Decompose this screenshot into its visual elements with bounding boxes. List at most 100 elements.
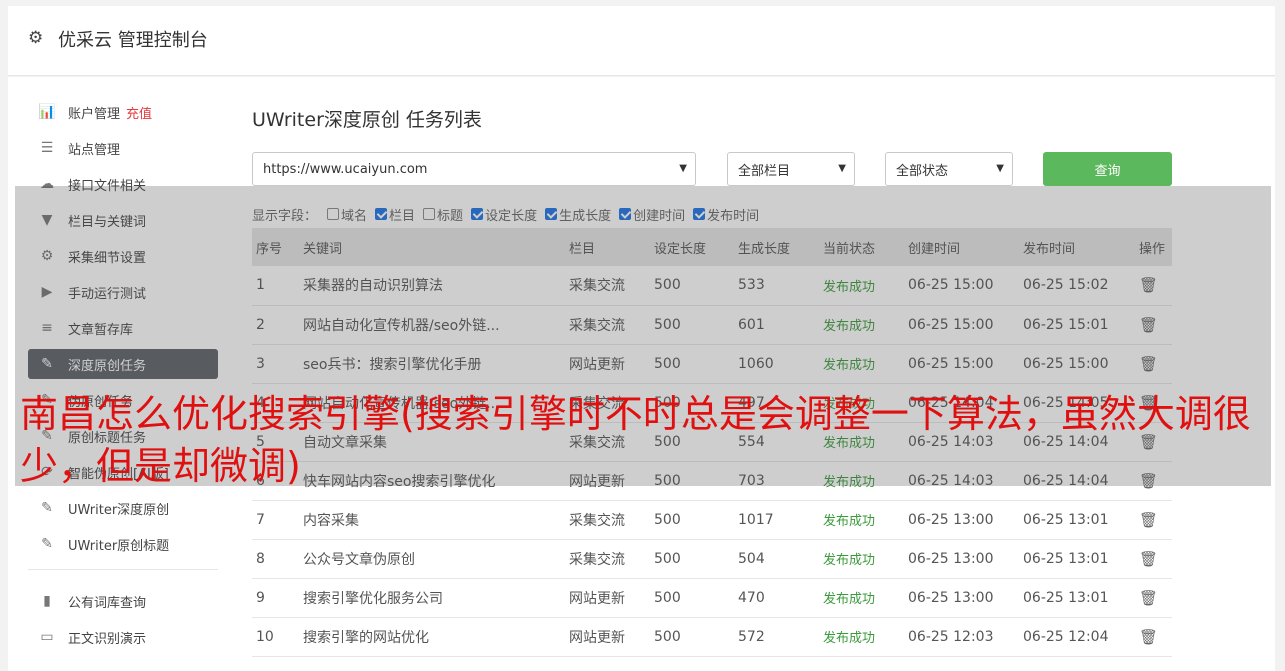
field-checkbox-label: 设定长度 [485, 208, 538, 224]
recharge-link[interactable]: 充值 [126, 103, 152, 122]
action-cell: 🗑 [1135, 461, 1172, 501]
table-cell: 500 [650, 266, 734, 306]
site-select[interactable]: https://www.ucaiyun.com ▼ [252, 152, 696, 186]
field-checkbox[interactable]: 创建时间 [619, 205, 685, 224]
task-table: 序号 关键词 栏目 设定长度 生成长度 当前状态 创建时间 发布时间 操作 1 采集器的自动识别算… [252, 228, 1172, 657]
field-checkbox-label: 标题 [437, 208, 464, 224]
field-checkbox[interactable]: 生成长度 [545, 205, 611, 224]
sidebar-item[interactable]: ▼ 栏目与关键词 [28, 205, 218, 235]
table-row: 6 快车网站内容seo搜索引擎优化 网站更新 500 703 发布成功 06-25 14:0… [252, 461, 1172, 501]
field-checkbox[interactable]: 发布时间 [693, 205, 759, 224]
table-cell: 06-25 14:03 [904, 461, 1019, 501]
sidebar-item[interactable]: ✎ 原创标题任务 [28, 421, 218, 451]
action-cell: 🗑 [1135, 305, 1172, 345]
table-cell: 554 [734, 422, 819, 462]
table-cell: 采集交流 [565, 266, 650, 306]
checkbox-box[interactable] [545, 208, 558, 220]
checkbox-box[interactable] [327, 208, 340, 220]
column-header: 生成长度 [734, 228, 819, 266]
table-cell: 搜索引擎优化服务公司 [299, 578, 565, 618]
field-checkbox[interactable]: 域名 [327, 205, 367, 224]
field-checkbox-label: 发布时间 [707, 208, 760, 224]
sidebar-item[interactable]: ✎ UWriter原创标题 [28, 529, 218, 559]
column-header: 栏目 [565, 228, 650, 266]
table-cell: 06-25 15:01 [1019, 305, 1135, 345]
edit-icon: ✎ [41, 356, 53, 372]
sidebar-item-label: 文章暂存库 [68, 322, 134, 338]
checkbox-box[interactable] [693, 208, 706, 220]
table-cell: 500 [650, 344, 734, 384]
chevron-down-icon: ▼ [679, 163, 687, 174]
query-button[interactable]: 查询 [1043, 152, 1172, 186]
content-panel: 📊 账户管理 充值 ☰ 站点管理 ☁ 接口文件相关 ▼ 栏目与关键词 ⚙ 采集细节设置 ▶ 手动运行测试… [8, 77, 1275, 671]
trash-icon[interactable]: 🗑 [1139, 628, 1158, 646]
app-title: 优采云 管理控制台 [58, 30, 208, 51]
sidebar-item[interactable]: 📊 账户管理 充值 [28, 97, 218, 127]
table-cell: seo兵书：搜索引擎优化手册 [299, 344, 565, 384]
column-select[interactable]: 全部栏目 ▼ [727, 152, 855, 186]
sidebar-item-label: 接口文件相关 [68, 178, 147, 194]
table-cell: 9 [252, 578, 299, 618]
table-cell: 497 [734, 383, 819, 423]
filter-icon: ▼ [41, 212, 53, 228]
table-cell: 500 [650, 305, 734, 345]
edit-icon: ✎ [41, 392, 53, 408]
table-cell: 发布成功 [819, 344, 904, 384]
sidebar-item[interactable]: ▮ 公有词库查询 [28, 586, 218, 616]
checkbox-box[interactable] [619, 208, 632, 220]
field-checkbox[interactable]: 标题 [423, 205, 463, 224]
action-cell: 🗑 [1135, 344, 1172, 384]
sidebar-item-label: 站点管理 [68, 142, 121, 158]
play-circle-icon: ▶ [41, 284, 53, 300]
action-cell: 🗑 [1135, 500, 1172, 540]
table-cell: 发布成功 [819, 305, 904, 345]
filter-bar: https://www.ucaiyun.com ▼ 全部栏目 ▼ 全部状态 ▼ … [252, 152, 1172, 186]
trash-icon[interactable]: 🗑 [1139, 511, 1158, 529]
trash-icon[interactable]: 🗑 [1139, 276, 1158, 294]
sidebar-item-label: 栏目与关键词 [68, 214, 147, 230]
table-cell: 发布成功 [819, 578, 904, 618]
checkbox-box[interactable] [375, 208, 388, 220]
table-cell: 500 [650, 422, 734, 462]
sidebar-item[interactable]: ⟳ 智能伪原创[AI版] [28, 457, 218, 487]
table-row: 7 内容采集 采集交流 500 1017 发布成功 06-25 13:00 06-25 13:… [252, 500, 1172, 540]
edit-icon: ✎ [41, 536, 53, 552]
sidebar-item[interactable]: ⚙ 采集细节设置 [28, 241, 218, 271]
column-header: 关键词 [299, 228, 565, 266]
status-select[interactable]: 全部状态 ▼ [885, 152, 1013, 186]
trash-icon[interactable]: 🗑 [1139, 394, 1158, 412]
table-cell: 06-25 14:04 [1019, 461, 1135, 501]
field-checkbox-label: 生成长度 [559, 208, 612, 224]
cogs-icon: ⚙ [40, 248, 54, 264]
checkbox-box[interactable] [471, 208, 484, 220]
sidebar-item[interactable]: ✎ 深度原创任务 [28, 349, 218, 379]
table-cell: 采集交流 [565, 383, 650, 423]
field-checkbox[interactable]: 栏目 [375, 205, 415, 224]
checkbox-box[interactable] [423, 208, 436, 220]
column-header: 发布时间 [1019, 228, 1135, 266]
table-cell: 5 [252, 422, 299, 462]
trash-icon[interactable]: 🗑 [1139, 316, 1158, 334]
table-cell: 内容采集 [299, 500, 565, 540]
sidebar-item[interactable]: ✎ 伪原创任务 [28, 385, 218, 415]
sidebar-item[interactable]: ≡ 文章暂存库 [28, 313, 218, 343]
table-cell: 3 [252, 344, 299, 384]
edit-icon: ✎ [41, 500, 53, 516]
trash-icon[interactable]: 🗑 [1139, 355, 1158, 373]
trash-icon[interactable]: 🗑 [1139, 589, 1158, 607]
field-checkbox[interactable]: 设定长度 [471, 205, 537, 224]
sidebar-item[interactable]: ☰ 站点管理 [28, 133, 218, 163]
sidebar-item[interactable]: ☁ 接口文件相关 [28, 169, 218, 199]
table-cell: 06-25 13:00 [904, 500, 1019, 540]
sidebar-item[interactable]: ▭ 正文识别演示 [28, 622, 218, 652]
trash-icon[interactable]: 🗑 [1139, 550, 1158, 568]
sidebar-item[interactable]: ✎ UWriter深度原创 [28, 493, 218, 523]
table-cell: 采集交流 [565, 422, 650, 462]
column-header: 创建时间 [904, 228, 1019, 266]
action-cell: 🗑 [1135, 422, 1172, 462]
trash-icon[interactable]: 🗑 [1139, 472, 1158, 490]
sidebar-item[interactable]: ▶ 手动运行测试 [28, 277, 218, 307]
table-row: 4 网站自动化宣传机器/seo外链... 采集交流 500 497 发布成功 06-25 1… [252, 383, 1172, 423]
field-checkbox-label: 创建时间 [633, 208, 686, 224]
trash-icon[interactable]: 🗑 [1139, 433, 1158, 451]
